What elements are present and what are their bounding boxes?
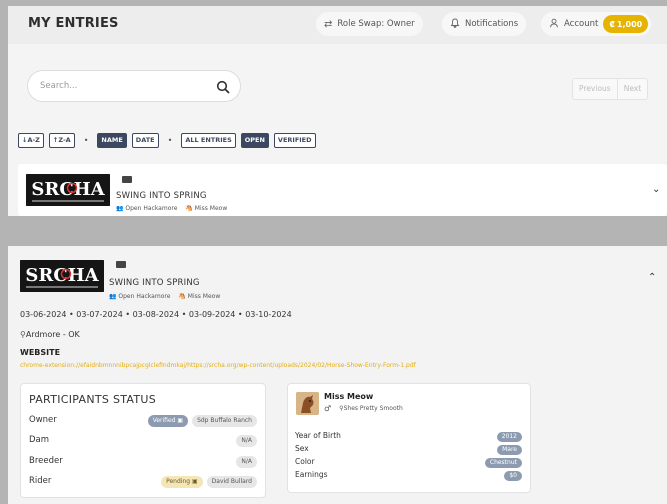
verified-text: Verified [152, 417, 176, 424]
participants-status-card: PARTICIPANTS STATUS Owner Verified ▣ Sdp… [20, 383, 266, 498]
coin-icon: ₡ [609, 19, 615, 29]
sort-az-label: A-Z [27, 135, 40, 144]
sort-date-button[interactable]: DATE [131, 132, 159, 148]
color-value: Chestnut [484, 458, 522, 468]
user-icon [549, 18, 559, 31]
coin-balance-badge: ₡ 1,000 [603, 15, 649, 33]
breeder-value: N/A [236, 456, 257, 468]
dam-value: N/A [236, 435, 257, 447]
top-bar: MY ENTRIES ⇄ Role Swap: Owner Notificati… [8, 6, 667, 44]
filter-verified-button[interactable]: VERIFIED [273, 132, 316, 148]
notifications-button[interactable]: Notifications [442, 12, 527, 36]
next-button[interactable]: Next [616, 79, 647, 99]
year-of-birth-value: 2012 [496, 432, 522, 442]
division-label: Open Hackamore [118, 293, 171, 300]
pending-text: Pending [166, 478, 191, 485]
dam-label: Dam [29, 435, 50, 445]
color-label: Color [295, 457, 315, 466]
horse-label: Miss Meow [194, 205, 228, 212]
group-icon: 👥 [116, 205, 126, 212]
horse-details: ♂ ⚲Shes Pretty Smooth [324, 404, 403, 413]
rider-label: Rider [29, 476, 52, 486]
sort-za-label: Z-A [58, 135, 71, 144]
earnings-label: Earnings [295, 470, 328, 479]
entries-panel: MY ENTRIES ⇄ Role Swap: Owner Notificati… [8, 6, 667, 216]
entry-card-icon [122, 176, 132, 183]
entry-card-collapsed[interactable]: SRCHA SWING INTO SPRING 👥 Open Hackamore… [18, 164, 667, 216]
chevron-up-icon[interactable]: ⌃ [648, 272, 656, 283]
rider-status: Pending ▣ David Bullard [161, 476, 257, 488]
page-title: MY ENTRIES [28, 16, 119, 31]
sort-name-button[interactable]: NAME [97, 132, 127, 148]
horse-avatar [296, 392, 319, 415]
year-of-birth-label: Year of Birth [295, 431, 341, 440]
pending-badge: Pending ▣ [161, 476, 203, 488]
division-label: Open Hackamore [125, 205, 178, 212]
sex-label: Sex [295, 444, 309, 453]
horse-icon: 🐴 [185, 205, 195, 212]
entry-card-icon [116, 261, 126, 268]
rider-name: David Bullard [206, 476, 257, 488]
website-link[interactable]: chrome-extension://efaidnbmnnnibpcajpcgl… [20, 362, 416, 369]
id-card-icon: ▣ [177, 417, 184, 424]
id-card-icon: ▣ [191, 478, 198, 485]
horse-label: Miss Meow [187, 293, 221, 300]
srcha-logo: SRCHA [26, 174, 110, 206]
filter-all-entries-button[interactable]: ALL ENTRIES [181, 132, 236, 148]
search-field[interactable] [27, 70, 241, 102]
swap-icon: ⇄ [324, 18, 333, 30]
srcha-logo: SRCHA [20, 260, 104, 292]
dam-status: N/A [236, 435, 257, 447]
notifications-label: Notifications [465, 19, 519, 29]
coin-balance: 1,000 [616, 19, 643, 29]
breeder-label: Breeder [29, 456, 63, 466]
sex-value: Mare [497, 445, 522, 455]
website-label: WEBSITE [20, 348, 61, 357]
sort-az-button[interactable]: ↓A-Z [18, 132, 44, 148]
separator-dot: • [167, 135, 173, 145]
verified-badge: Verified ▣ [147, 415, 189, 427]
show-dates: 03-06-2024 • 03-07-2024 • 03-08-2024 • 0… [20, 310, 292, 319]
filter-open-button[interactable]: OPEN [240, 132, 269, 148]
bell-icon [450, 18, 460, 31]
search-input[interactable] [40, 79, 200, 93]
male-symbol-icon: ♂ [324, 404, 332, 413]
show-location: ⚲Ardmore - OK [20, 330, 80, 339]
breeder-status: N/A [236, 456, 257, 468]
earnings-value: $0 [504, 471, 522, 481]
pagination: Previous Next [572, 78, 649, 100]
role-swap-label: Role Swap: Owner [337, 19, 415, 29]
chevron-down-icon[interactable]: ⌄ [652, 184, 660, 195]
entry-meta: 👥 Open Hackamore 🐴 Miss Meow [109, 293, 220, 300]
entry-title: SWING INTO SPRING [109, 278, 200, 288]
sort-za-button[interactable]: ↑Z-A [48, 132, 75, 148]
owner-name: Sdp Buffalo Ranch [192, 415, 257, 427]
group-icon: 👥 [109, 293, 119, 300]
horse-name: Miss Meow [324, 392, 374, 401]
owner-label: Owner [29, 415, 57, 425]
search-icon[interactable] [216, 79, 230, 94]
entry-title: SWING INTO SPRING [116, 191, 207, 201]
entry-meta: 👥 Open Hackamore 🐴 Miss Meow [116, 205, 227, 212]
previous-button[interactable]: Previous [573, 79, 617, 99]
account-button[interactable]: Account ₡ 1,000 [541, 12, 652, 36]
separator-dot: • [83, 135, 89, 145]
entry-detail-panel: SRCHA SWING INTO SPRING 👥 Open Hackamore… [8, 246, 667, 504]
owner-status: Verified ▣ Sdp Buffalo Ranch [147, 415, 257, 427]
role-swap-button[interactable]: ⇄ Role Swap: Owner [316, 12, 423, 36]
account-label: Account [564, 19, 599, 29]
filter-bar: ↓A-Z ↑Z-A • NAME DATE • ALL ENTRIES OPEN… [18, 132, 316, 148]
horse-icon: 🐴 [178, 293, 188, 300]
horse-card: Miss Meow ♂ ⚲Shes Pretty Smooth Year of … [287, 383, 531, 493]
participants-title: PARTICIPANTS STATUS [29, 393, 157, 406]
location-text: Ardmore - OK [25, 330, 80, 339]
sire-name: Shes Pretty Smooth [343, 405, 403, 412]
